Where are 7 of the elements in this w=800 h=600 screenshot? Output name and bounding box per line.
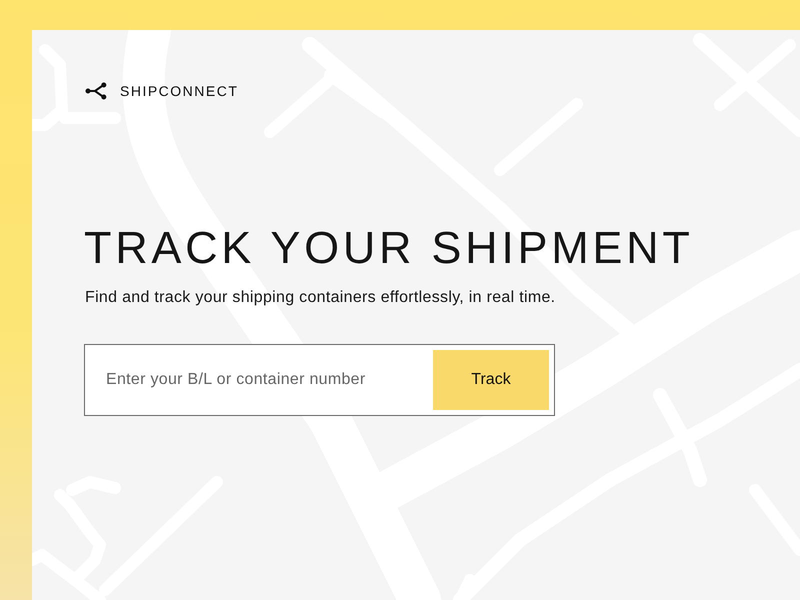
share-icon [85,82,107,100]
hero-title: TRACK YOUR SHIPMENT [84,225,694,270]
brand-name: SHIPCONNECT [120,82,238,100]
search-field[interactable]: Enter your B/L or container number [90,350,433,410]
search-bar[interactable]: Enter your B/L or container number Track [84,344,555,416]
track-button[interactable]: Track [433,350,549,410]
hero-subtitle: Find and track your shipping containers effortlessly, in real time. [85,288,556,308]
